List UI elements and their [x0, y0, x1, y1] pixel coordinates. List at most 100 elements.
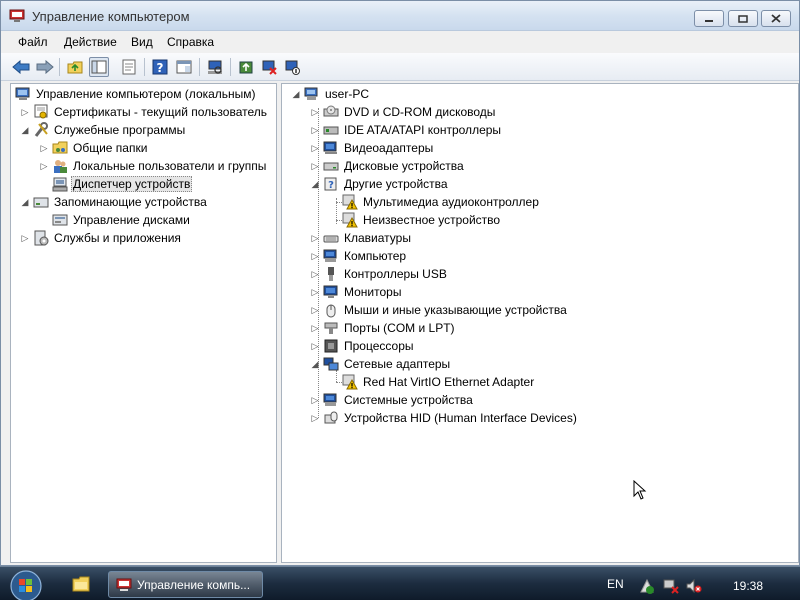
hid-icon [324, 411, 338, 424]
console-view-button[interactable] [174, 57, 194, 77]
device-virtio-ethernet[interactable]: Red Hat VirtIO Ethernet Adapter [340, 373, 536, 391]
expand-arrow-icon[interactable]: ▷ [38, 160, 50, 172]
device-multimedia-audio[interactable]: Мультимедиа аудиоконтроллер [340, 193, 541, 211]
up-folder-icon [67, 61, 83, 74]
expand-arrow-icon[interactable]: ▷ [309, 142, 321, 154]
collapse-arrow-icon[interactable]: ◢ [19, 196, 31, 208]
tools-icon [34, 122, 48, 137]
language-indicator[interactable]: EN [607, 577, 624, 591]
menu-help[interactable]: Справка [167, 35, 214, 49]
device-category-processors[interactable]: ▷ Процессоры [309, 337, 416, 355]
close-button[interactable] [761, 10, 791, 27]
mouse-cursor-icon [633, 480, 647, 500]
device-category-ports[interactable]: ▷ Порты (COM и LPT) [309, 319, 457, 337]
tree-root-computer-management[interactable]: Управление компьютером (локальным) [13, 85, 258, 103]
minimize-button[interactable] [694, 10, 724, 27]
warning-device-icon [342, 212, 358, 228]
back-button[interactable] [11, 57, 31, 77]
menu-bar: Файл Действие Вид Справка [1, 31, 799, 53]
device-category-dvd[interactable]: ▷ DVD и CD-ROM дисководы [309, 103, 497, 121]
clock[interactable]: 19:38 [733, 579, 763, 593]
menu-view[interactable]: Вид [131, 35, 153, 49]
help-button[interactable]: ? [150, 57, 170, 77]
forward-arrow-icon [36, 60, 54, 74]
device-category-system[interactable]: ▷ Системные устройства [309, 391, 475, 409]
network-icon[interactable] [663, 578, 679, 594]
forward-button[interactable] [35, 57, 55, 77]
tree-item-system-tools[interactable]: ◢ Служебные программы [19, 121, 187, 139]
title-bar[interactable]: Управление компьютером [1, 1, 799, 31]
expand-arrow-icon[interactable]: ▷ [309, 106, 321, 118]
disable-device-button[interactable] [282, 57, 302, 77]
device-category-network[interactable]: ◢ Сетевые адаптеры [309, 355, 452, 373]
expand-arrow-icon[interactable]: ▷ [309, 394, 321, 406]
device-category-other[interactable]: ◢ ? Другие устройства [309, 175, 450, 193]
expand-arrow-icon[interactable]: ▷ [309, 232, 321, 244]
device-category-monitors[interactable]: ▷ Мониторы [309, 283, 403, 301]
device-unknown[interactable]: Неизвестное устройство [340, 211, 502, 229]
device-category-ide[interactable]: ▷ IDE ATA/ATAPI контроллеры [309, 121, 503, 139]
volume-muted-icon[interactable] [686, 578, 702, 594]
tree-root-user-pc[interactable]: ◢ user-PC [290, 85, 371, 103]
device-tree-pane[interactable]: ◢ user-PC ▷ DVD и CD-ROM дисководы ▷ IDE… [281, 83, 799, 563]
expand-arrow-icon[interactable]: ▷ [19, 232, 31, 244]
usb-icon [328, 267, 334, 281]
update-driver-button[interactable] [236, 57, 256, 77]
device-category-computer[interactable]: ▷ Компьютер [309, 247, 408, 265]
action-center-icon[interactable] [639, 578, 655, 594]
monitor-icon [323, 285, 338, 298]
menu-file[interactable]: Файл [18, 35, 48, 49]
collapse-arrow-icon[interactable]: ◢ [290, 88, 302, 100]
tree-item-shared-folders[interactable]: ▷ Общие папки [38, 139, 149, 157]
window-title: Управление компьютером [32, 9, 190, 24]
collapse-arrow-icon[interactable]: ◢ [19, 124, 31, 136]
expand-arrow-icon[interactable]: ▷ [19, 106, 31, 118]
console-tree-pane[interactable]: Управление компьютером (локальным) ▷ Сер… [10, 83, 277, 563]
device-category-usb[interactable]: ▷ Контроллеры USB [309, 265, 449, 283]
device-category-keyboards[interactable]: ▷ Клавиатуры [309, 229, 413, 247]
tree-item-local-users[interactable]: ▷ Локальные пользователи и группы [38, 157, 268, 175]
expand-arrow-icon[interactable]: ▷ [309, 160, 321, 172]
device-category-disk[interactable]: ▷ Дисковые устройства [309, 157, 466, 175]
disk-management-icon [52, 214, 68, 226]
scan-hardware-button[interactable] [205, 57, 225, 77]
show-hide-tree-button[interactable] [89, 57, 109, 77]
explorer-icon[interactable] [72, 575, 90, 593]
expand-arrow-icon[interactable]: ▷ [309, 340, 321, 352]
svg-text:?: ? [157, 61, 164, 75]
maximize-button[interactable] [728, 10, 758, 27]
expand-arrow-icon[interactable]: ▷ [309, 124, 321, 136]
tree-item-device-manager[interactable]: Диспетчер устройств [50, 175, 193, 193]
expand-arrow-icon[interactable]: ▷ [309, 286, 321, 298]
taskbar-button-computer-management[interactable]: Управление компь... [108, 571, 263, 598]
minimize-icon [705, 19, 713, 22]
expand-arrow-icon[interactable]: ▷ [309, 250, 321, 262]
tree-item-disk-management[interactable]: Управление дисками [50, 211, 192, 229]
start-button[interactable] [4, 569, 44, 600]
scan-hardware-icon [208, 60, 222, 74]
device-category-hid[interactable]: ▷ Устройства HID (Human Interface Device… [309, 409, 579, 427]
device-category-display[interactable]: ▷ Видеоадаптеры [309, 139, 435, 157]
properties-icon [122, 59, 136, 75]
device-category-mice[interactable]: ▷ Мыши и иные указывающие устройства [309, 301, 569, 319]
other-devices-icon: ? [324, 177, 337, 191]
collapse-arrow-icon[interactable]: ◢ [309, 178, 321, 190]
update-driver-icon [239, 61, 253, 74]
expand-arrow-icon[interactable]: ▷ [309, 268, 321, 280]
properties-button[interactable] [119, 57, 139, 77]
uninstall-button[interactable] [259, 57, 279, 77]
up-level-button[interactable] [65, 57, 85, 77]
expand-arrow-icon[interactable]: ▷ [38, 142, 50, 154]
menu-action[interactable]: Действие [64, 35, 117, 49]
display-adapter-icon [323, 141, 337, 154]
tree-item-certificates[interactable]: ▷ Сертификаты - текущий пользователь [19, 103, 269, 121]
close-icon [771, 14, 781, 23]
expand-arrow-icon[interactable]: ▷ [309, 304, 321, 316]
tree-item-storage[interactable]: ◢ Запоминающие устройства [19, 193, 209, 211]
expand-arrow-icon[interactable]: ▷ [309, 412, 321, 424]
computer-management-icon [9, 9, 25, 22]
tree-item-services-applications[interactable]: ▷ Службы и приложения [19, 229, 183, 247]
collapse-arrow-icon[interactable]: ◢ [309, 358, 321, 370]
disk-drive-icon [323, 162, 339, 171]
expand-arrow-icon[interactable]: ▷ [309, 322, 321, 334]
